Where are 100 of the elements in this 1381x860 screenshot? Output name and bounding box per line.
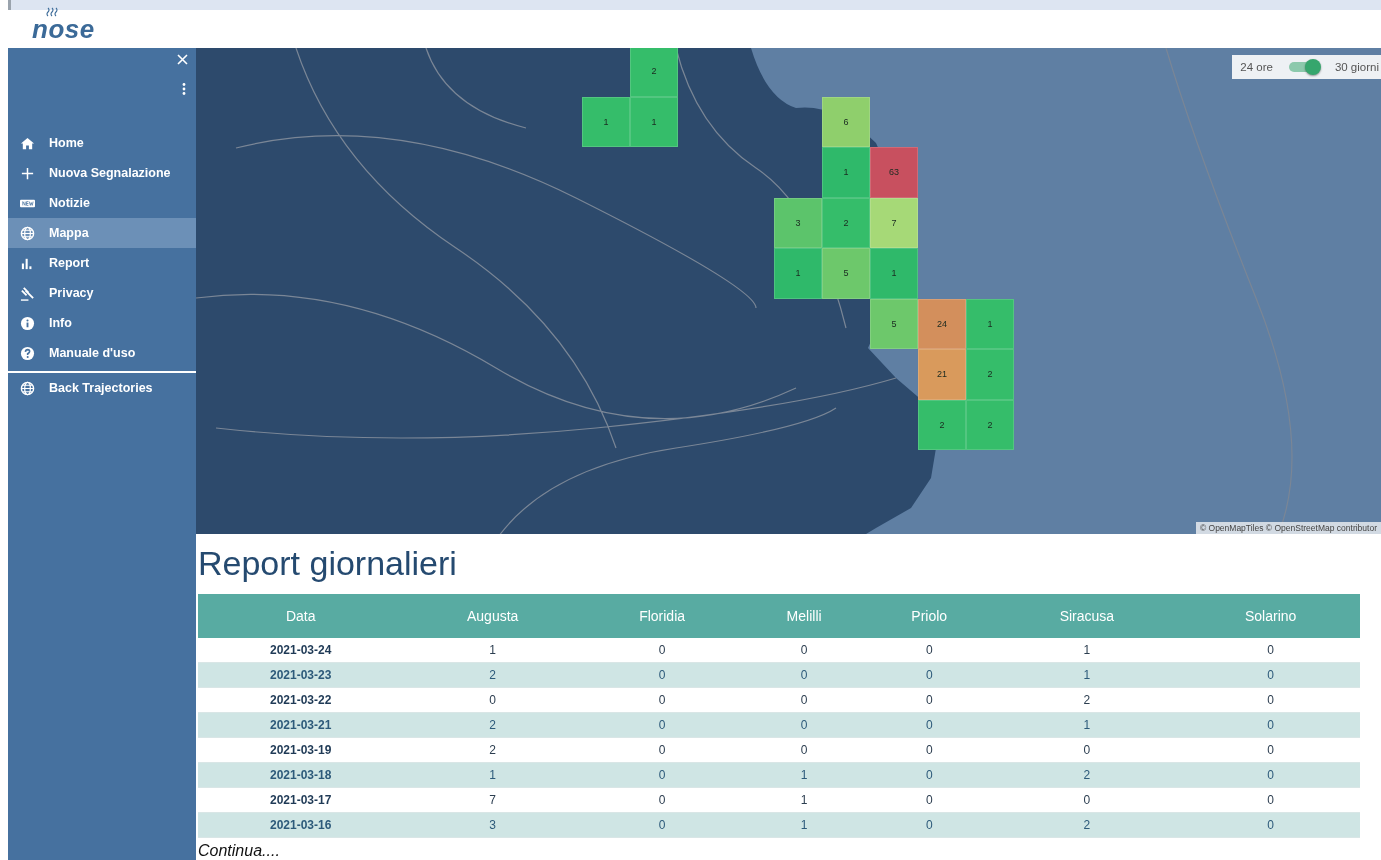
column-header: Data <box>198 594 404 638</box>
heat-cell[interactable]: 24 <box>918 298 966 349</box>
table-cell: 2021-03-19 <box>198 737 404 763</box>
sidebar-item[interactable]: Info <box>8 308 196 338</box>
table-cell: 0 <box>1181 737 1360 763</box>
table-cell: 1 <box>742 812 866 838</box>
heat-cell[interactable]: 2 <box>966 399 1014 450</box>
table-cell: 0 <box>581 787 743 813</box>
kebab-menu-icon[interactable] <box>182 83 186 95</box>
period-switch[interactable] <box>1288 62 1319 72</box>
heat-cell[interactable]: 1 <box>582 96 630 147</box>
table-cell: 1 <box>992 638 1182 663</box>
table-cell: 2021-03-16 <box>198 812 404 838</box>
table-cell: 0 <box>403 687 582 713</box>
table-cell: 0 <box>866 638 993 663</box>
table-cell: 2 <box>992 762 1182 788</box>
table-cell: 0 <box>866 787 993 813</box>
gavel-icon <box>20 285 35 301</box>
column-header: Siracusa <box>992 594 1182 638</box>
table-cell: 1 <box>742 787 866 813</box>
heat-cell[interactable]: 5 <box>870 298 918 349</box>
heat-cell[interactable]: 6 <box>822 96 870 147</box>
heat-cell[interactable]: 1 <box>966 298 1014 349</box>
table-cell: 0 <box>581 638 743 663</box>
plus-icon <box>20 165 35 181</box>
table-cell: 1 <box>403 762 582 788</box>
table-cell: 0 <box>581 662 743 688</box>
table-cell: 2 <box>403 712 582 738</box>
table-cell: 0 <box>581 812 743 838</box>
sidebar-item[interactable]: Home <box>8 128 196 158</box>
heat-cell[interactable]: 2 <box>822 197 870 248</box>
globe-icon <box>20 225 35 241</box>
heat-cell[interactable]: 3 <box>774 197 822 248</box>
heat-cell[interactable]: 1 <box>774 248 822 299</box>
help-icon <box>20 345 35 361</box>
heat-cell[interactable]: 2 <box>630 48 678 97</box>
heat-cell[interactable]: 63 <box>870 147 918 198</box>
heat-cell[interactable]: 1 <box>870 248 918 299</box>
table-cell: 0 <box>742 662 866 688</box>
column-header: Melilli <box>742 594 866 638</box>
table-cell: 1 <box>403 638 582 663</box>
table-cell: 0 <box>581 737 743 763</box>
table-cell: 0 <box>866 712 993 738</box>
table-cell: 0 <box>1181 687 1360 713</box>
table-cell: 0 <box>742 712 866 738</box>
table-cell: 1 <box>742 762 866 788</box>
table-cell: 0 <box>866 687 993 713</box>
table-cell: 0 <box>866 762 993 788</box>
heat-cell[interactable]: 21 <box>918 349 966 400</box>
sidebar-item[interactable]: Nuova Segnalazione <box>8 158 196 188</box>
table-cell: 7 <box>403 787 582 813</box>
column-header: Augusta <box>403 594 582 638</box>
table-cell: 0 <box>1181 638 1360 663</box>
scent-waves-icon <box>46 7 58 17</box>
table-cell: 1 <box>992 712 1182 738</box>
column-header: Floridia <box>581 594 743 638</box>
table-cell: 2021-03-23 <box>198 662 404 688</box>
home-icon <box>20 135 35 151</box>
sidebar-item[interactable]: Back Trajectories <box>8 373 196 403</box>
table-cell: 2021-03-21 <box>198 712 404 738</box>
column-header: Solarino <box>1181 594 1360 638</box>
table-cell: 0 <box>1181 662 1360 688</box>
toggle-label: 30 giorni <box>1334 61 1379 73</box>
map-attribution: © OpenMapTiles © OpenStreetMap contributor <box>1195 522 1381 534</box>
table-cell: 2 <box>403 662 582 688</box>
table-cell: 2 <box>992 812 1182 838</box>
sidebar-item[interactable]: Report <box>8 248 196 278</box>
sidebar-item[interactable]: Manuale d'uso <box>8 338 196 368</box>
heat-cell[interactable]: 2 <box>966 349 1014 400</box>
table-cell: 2021-03-24 <box>198 638 404 663</box>
table-cell: 0 <box>742 737 866 763</box>
table-cell: 0 <box>866 662 993 688</box>
report-title: Report giornalieri <box>198 544 458 584</box>
table-cell: 3 <box>403 812 582 838</box>
info-icon <box>20 315 35 331</box>
sidebar-item[interactable]: Privacy <box>8 278 196 308</box>
heat-cell[interactable]: 2 <box>918 399 966 450</box>
table-cell: 0 <box>581 687 743 713</box>
table-cell: 0 <box>742 687 866 713</box>
table-cell: 0 <box>581 762 743 788</box>
table-cell: 0 <box>742 638 866 663</box>
table-cell: 0 <box>866 812 993 838</box>
sidebar-item[interactable]: Mappa <box>8 218 196 248</box>
continue-link[interactable]: Continua.... <box>198 842 280 860</box>
close-icon[interactable] <box>177 54 188 65</box>
column-header: Priolo <box>866 594 993 638</box>
table-cell: 0 <box>581 712 743 738</box>
toggle-label: 24 ore <box>1240 61 1273 73</box>
table-cell: 1 <box>992 662 1182 688</box>
heat-cell[interactable]: 1 <box>822 147 870 198</box>
heat-cell[interactable]: 7 <box>870 197 918 248</box>
table-cell: 2021-03-17 <box>198 787 404 813</box>
table-cell: 0 <box>1181 712 1360 738</box>
sidebar-item[interactable]: Notizie <box>8 188 196 218</box>
table-cell: 0 <box>1181 812 1360 838</box>
heat-cell[interactable]: 1 <box>630 96 678 147</box>
globe-icon <box>20 380 35 396</box>
table-cell: 0 <box>992 737 1182 763</box>
heat-cell[interactable]: 5 <box>822 248 870 299</box>
app-logo: nose <box>32 16 95 42</box>
